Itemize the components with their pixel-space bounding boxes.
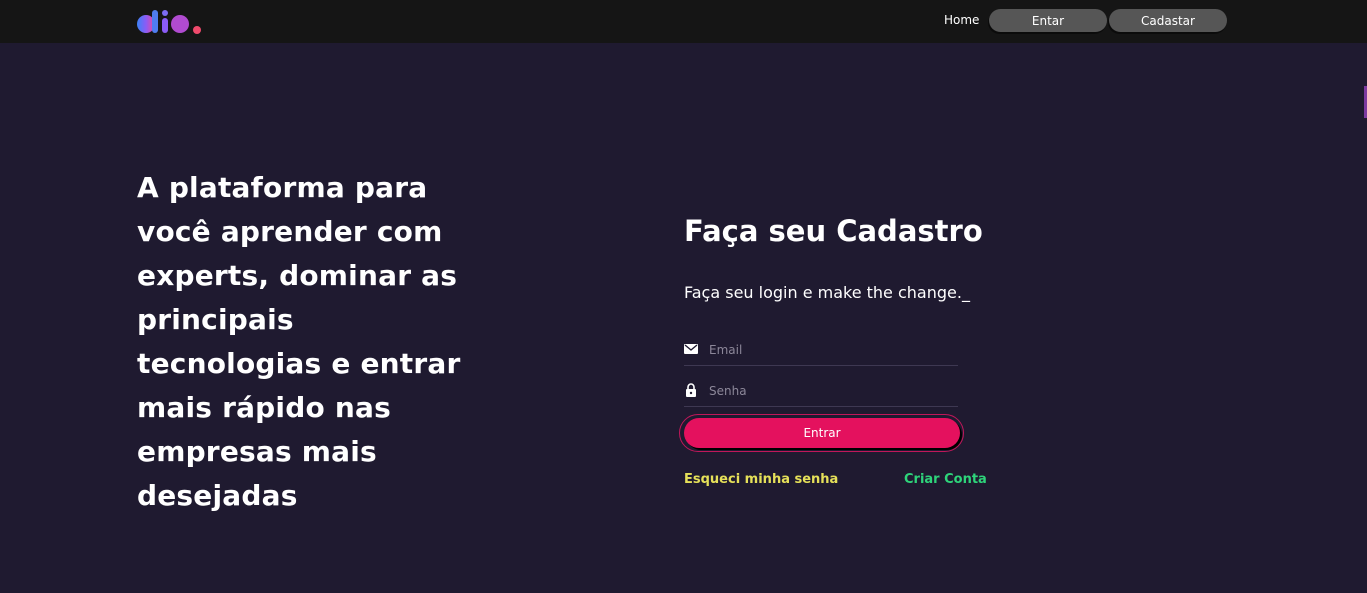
form-subtitle: Faça seu login e make the change._ <box>684 283 970 302</box>
nav-register-button[interactable]: Cadastar <box>1109 9 1227 32</box>
submit-button[interactable]: Entrar <box>684 418 960 448</box>
form-title: Faça seu Cadastro <box>684 214 983 248</box>
forgot-password-link[interactable]: Esqueci minha senha <box>684 472 838 487</box>
password-field <box>684 381 958 407</box>
dio-logo[interactable] <box>137 8 203 36</box>
email-field <box>684 340 958 366</box>
top-navbar: Home Entar Cadastar <box>0 0 1367 43</box>
hero-headline: A plataforma para você aprender com expe… <box>137 171 461 512</box>
email-input[interactable] <box>709 340 949 360</box>
create-account-link[interactable]: Criar Conta <box>904 472 987 487</box>
lock-icon <box>686 383 696 397</box>
nav-home-link[interactable]: Home <box>944 13 979 27</box>
nav-enter-button[interactable]: Entar <box>989 9 1107 32</box>
mail-icon <box>684 344 698 354</box>
submit-button-outline: Entrar <box>679 414 964 452</box>
password-input[interactable] <box>709 381 949 401</box>
